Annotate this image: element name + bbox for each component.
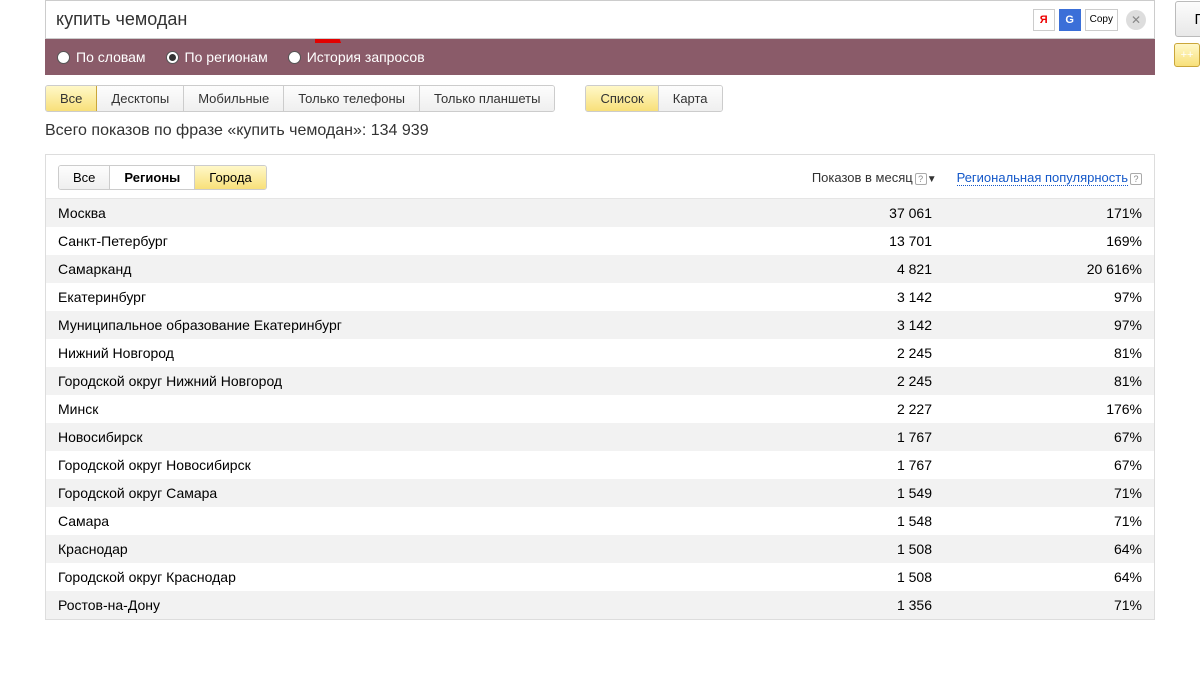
tab-tablets[interactable]: Только планшеты — [420, 86, 554, 111]
tab-desktops[interactable]: Десктопы — [97, 86, 184, 111]
cell-name: Москва — [58, 205, 792, 221]
radio-history[interactable]: История запросов — [288, 49, 425, 65]
table-row: Минск2 227176% — [46, 395, 1154, 423]
cell-views: 1 549 — [792, 485, 972, 501]
cell-views: 3 142 — [792, 317, 972, 333]
cell-views: 2 245 — [792, 373, 972, 389]
cell-popularity: 97% — [972, 317, 1142, 333]
subtab-all[interactable]: Все — [59, 166, 110, 189]
submit-button[interactable]: Подобрать — [1175, 1, 1200, 37]
subtab-regions[interactable]: Регионы — [110, 166, 195, 189]
cell-popularity: 20 616% — [972, 261, 1142, 277]
table-row: Самарканд4 82120 616% — [46, 255, 1154, 283]
table-row: Городской округ Краснодар1 50864% — [46, 563, 1154, 591]
radio-label: По регионам — [185, 49, 268, 65]
radio-icon — [288, 51, 301, 64]
cell-name: Городской округ Нижний Новгород — [58, 373, 792, 389]
radio-icon — [166, 51, 179, 64]
cell-name: Городской округ Новосибирск — [58, 457, 792, 473]
cell-popularity: 67% — [972, 429, 1142, 445]
cell-name: Нижний Новгород — [58, 345, 792, 361]
cell-name: Городской округ Краснодар — [58, 569, 792, 585]
cell-name: Городской округ Самара — [58, 485, 792, 501]
cell-popularity: 176% — [972, 401, 1142, 417]
radio-label: По словам — [76, 49, 146, 65]
cell-popularity: 64% — [972, 569, 1142, 585]
cell-popularity: 97% — [972, 289, 1142, 305]
cell-views: 1 508 — [792, 569, 972, 585]
results-table: Все Регионы Города Показов в месяц?▼ Рег… — [45, 154, 1155, 620]
cell-popularity: 81% — [972, 373, 1142, 389]
cell-popularity: 71% — [972, 597, 1142, 613]
cell-views: 1 356 — [792, 597, 972, 613]
cell-views: 1 548 — [792, 513, 972, 529]
radio-icon — [57, 51, 70, 64]
tab-map[interactable]: Карта — [659, 86, 722, 111]
sort-desc-icon: ▼ — [927, 174, 937, 185]
table-row: Нижний Новгород2 24581% — [46, 339, 1154, 367]
cell-views: 13 701 — [792, 233, 972, 249]
help-icon[interactable]: ? — [915, 173, 927, 185]
cell-name: Санкт-Петербург — [58, 233, 792, 249]
table-row: Екатеринбург3 14297% — [46, 283, 1154, 311]
cell-popularity: 171% — [972, 205, 1142, 221]
cell-views: 4 821 — [792, 261, 972, 277]
table-row: Городской округ Нижний Новгород2 24581% — [46, 367, 1154, 395]
table-row: Краснодар1 50864% — [46, 535, 1154, 563]
help-icon[interactable]: ? — [1130, 173, 1142, 185]
subtab-cities[interactable]: Города — [195, 166, 265, 189]
cell-name: Новосибирск — [58, 429, 792, 445]
cell-views: 1 767 — [792, 429, 972, 445]
cell-views: 3 142 — [792, 289, 972, 305]
table-row: Ростов-на-Дону1 35671% — [46, 591, 1154, 619]
table-row: Городской округ Новосибирск1 76767% — [46, 451, 1154, 479]
table-row: Самара1 54871% — [46, 507, 1154, 535]
table-row: Санкт-Петербург13 701169% — [46, 227, 1154, 255]
view-tabs: Список Карта — [585, 85, 722, 112]
region-sub-tabs: Все Регионы Города — [58, 165, 267, 190]
table-row: Москва37 061171% — [46, 199, 1154, 227]
cell-views: 1 767 — [792, 457, 972, 473]
copy-button[interactable]: Copy — [1085, 9, 1118, 31]
table-body: Москва37 061171%Санкт-Петербург13 701169… — [46, 199, 1154, 619]
table-row: Новосибирск1 76767% — [46, 423, 1154, 451]
cell-popularity: 169% — [972, 233, 1142, 249]
cell-popularity: 71% — [972, 513, 1142, 529]
cell-popularity: 64% — [972, 541, 1142, 557]
yandex-icon[interactable]: Я — [1033, 9, 1055, 31]
radio-by-regions[interactable]: По регионам — [166, 49, 268, 65]
cell-views: 2 227 — [792, 401, 972, 417]
cell-name: Екатеринбург — [58, 289, 792, 305]
column-popularity-header[interactable]: Региональная популярность? — [957, 170, 1142, 185]
tab-mobile[interactable]: Мобильные — [184, 86, 284, 111]
search-bar: Я G Copy ✕ Подобрать По словам По регион… — [45, 0, 1155, 75]
radio-label: История запросов — [307, 49, 425, 65]
google-icon[interactable]: G — [1059, 9, 1081, 31]
radio-by-words[interactable]: По словам — [57, 49, 146, 65]
operator-buttons: ++ "" [] !! — [1174, 43, 1200, 67]
tab-list[interactable]: Список — [586, 86, 658, 111]
clear-icon[interactable]: ✕ — [1126, 10, 1146, 30]
cell-popularity: 67% — [972, 457, 1142, 473]
tab-all[interactable]: Все — [46, 86, 97, 111]
cell-name: Краснодар — [58, 541, 792, 557]
summary-text: Всего показов по фразе «купить чемодан»:… — [45, 122, 1155, 140]
cell-popularity: 81% — [972, 345, 1142, 361]
cell-name: Самара — [58, 513, 792, 529]
cell-name: Муниципальное образование Екатеринбург — [58, 317, 792, 333]
cell-name: Минск — [58, 401, 792, 417]
search-input[interactable] — [46, 1, 1025, 38]
cell-views: 2 245 — [792, 345, 972, 361]
device-tabs: Все Десктопы Мобильные Только телефоны Т… — [45, 85, 555, 112]
cell-views: 1 508 — [792, 541, 972, 557]
table-row: Городской округ Самара1 54971% — [46, 479, 1154, 507]
cell-popularity: 71% — [972, 485, 1142, 501]
operator-plus-button[interactable]: ++ — [1174, 43, 1200, 67]
tab-phones[interactable]: Только телефоны — [284, 86, 420, 111]
cell-views: 37 061 — [792, 205, 972, 221]
cell-name: Ростов-на-Дону — [58, 597, 792, 613]
table-row: Муниципальное образование Екатеринбург3 … — [46, 311, 1154, 339]
cell-name: Самарканд — [58, 261, 792, 277]
column-views-header[interactable]: Показов в месяц?▼ — [812, 170, 937, 185]
